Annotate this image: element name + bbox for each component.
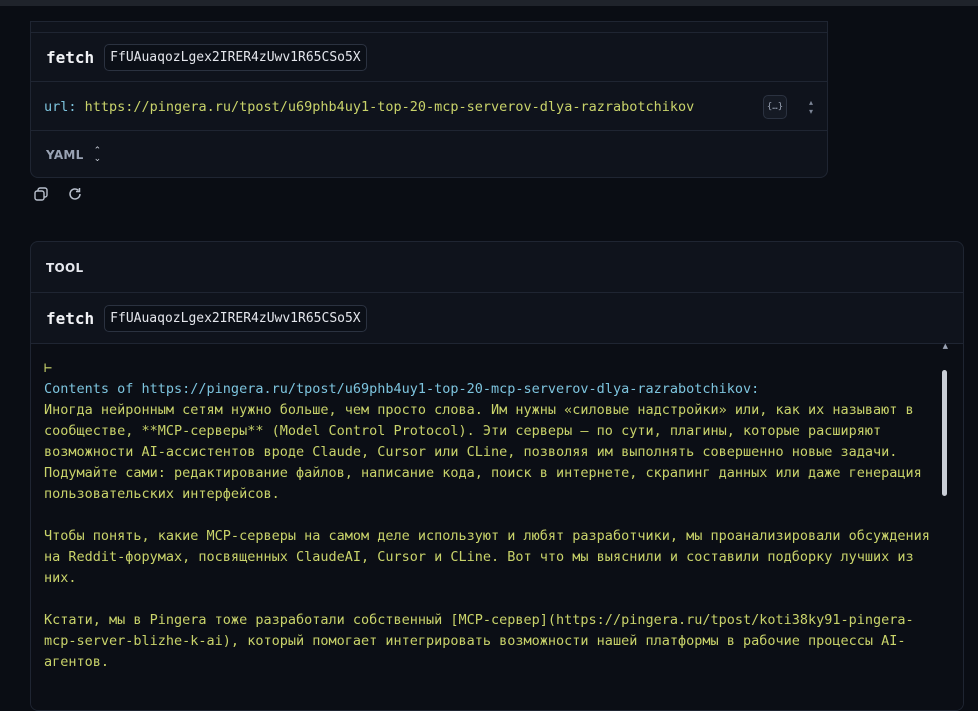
result-header-line: Contents of https://pingera.ru/tpost/u69… — [44, 381, 760, 397]
json-toggle-button[interactable]: {…} — [763, 94, 787, 119]
tool-name: fetch — [46, 48, 95, 67]
tool-call-header: fetch FfUAuaqozLgex2IRER4zUwv1R65CSo5X — [31, 32, 827, 82]
copy-icon[interactable] — [33, 186, 49, 202]
scrollbar-thumb[interactable] — [942, 370, 947, 496]
tool-name: fetch — [46, 308, 95, 328]
chevron-updown-icon[interactable]: ▴ ▾ — [809, 98, 813, 116]
scroll-up-icon[interactable]: ▲ — [943, 342, 948, 350]
result-body: Иногда нейронным сетям нужно больше, чем… — [44, 402, 930, 670]
tool-section-title: TOOL — [46, 261, 84, 275]
result-marker: ⊢ — [44, 360, 53, 376]
argument-value: https://pingera.ru/tpost/u69phb4uy1-top-… — [84, 98, 695, 115]
format-selector-row: YAML ⌃ ⌄ — [31, 130, 827, 178]
tool-result-card: TOOL fetch FfUAuaqozLgex2IRER4zUwv1R65CS… — [30, 241, 964, 711]
call-id-badge[interactable]: FfUAuaqozLgex2IRER4zUwv1R65CSo5X — [104, 304, 367, 332]
arguments-row: url: https://pingera.ru/tpost/u69phb4uy1… — [31, 81, 827, 131]
call-id-badge[interactable]: FfUAuaqozLgex2IRER4zUwv1R65CSo5X — [104, 44, 367, 71]
argument-key: url: — [44, 98, 77, 115]
tool-call-card: fetch FfUAuaqozLgex2IRER4zUwv1R65CSo5X u… — [30, 21, 828, 178]
tool-result-header: fetch FfUAuaqozLgex2IRER4zUwv1R65CSo5X — [31, 292, 963, 343]
chevron-updown-icon[interactable]: ⌃ ⌄ — [94, 146, 102, 163]
message-actions — [33, 186, 83, 202]
top-bar — [0, 0, 978, 6]
arguments-text[interactable]: url: https://pingera.ru/tpost/u69phb4uy1… — [44, 99, 694, 115]
refresh-icon[interactable] — [67, 186, 83, 202]
tool-result-text: ⊢ Contents of https://pingera.ru/tpost/u… — [44, 358, 934, 673]
format-select[interactable]: YAML — [46, 148, 84, 162]
tool-result-content[interactable]: ⊢ Contents of https://pingera.ru/tpost/u… — [31, 342, 963, 710]
